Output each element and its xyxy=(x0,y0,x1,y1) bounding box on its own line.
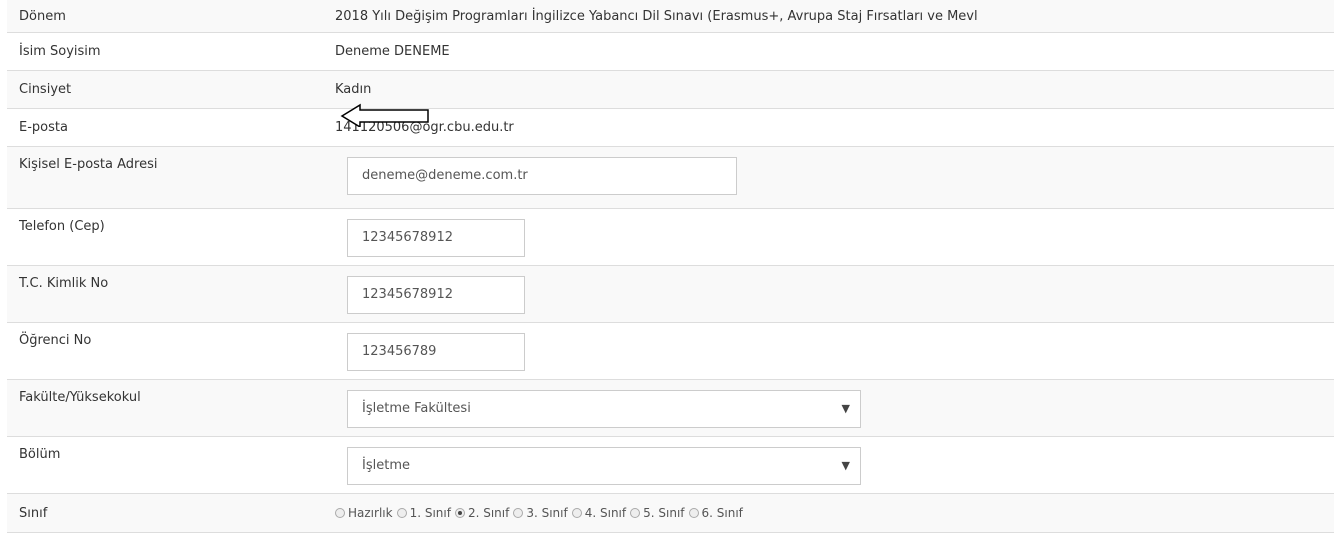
radio-6-sinif[interactable]: 6. Sınıf xyxy=(688,506,743,520)
chevron-down-icon: ▼ xyxy=(841,459,850,472)
value-cinsiyet: Kadın xyxy=(335,82,372,97)
value-eposta: 141120506@ogr.cbu.edu.tr xyxy=(335,120,514,135)
radio-icon xyxy=(513,508,524,518)
row-sinif: Sınıf Hazırlık 1. Sınıf 2. Sınıf 3. Sını… xyxy=(7,494,1334,533)
radio-icon xyxy=(688,508,699,518)
label-isim: İsim Soyisim xyxy=(19,44,101,59)
student-number-input[interactable]: 123456789 xyxy=(347,333,525,371)
department-select[interactable]: İşletme ▼ xyxy=(347,447,861,485)
row-cinsiyet: Cinsiyet Kadın xyxy=(7,71,1334,109)
radio-hazirlik[interactable]: Hazırlık xyxy=(335,506,393,520)
row-isim: İsim Soyisim Deneme DENEME xyxy=(7,33,1334,71)
application-form: Dönem 2018 Yılı Değişim Programları İngi… xyxy=(7,0,1334,533)
radio-icon xyxy=(396,508,407,518)
radio-icon xyxy=(335,508,345,518)
label-kisisel-eposta: Kişisel E-posta Adresi xyxy=(19,157,158,172)
row-bolum: Bölüm İşletme ▼ xyxy=(7,437,1334,494)
label-cinsiyet: Cinsiyet xyxy=(19,82,72,97)
label-fakulte: Fakülte/Yüksekokul xyxy=(19,390,141,405)
value-donem: 2018 Yılı Değişim Programları İngilizce … xyxy=(335,8,978,24)
chevron-down-icon: ▼ xyxy=(841,402,850,415)
personal-email-input[interactable]: deneme@deneme.com.tr xyxy=(347,157,737,195)
faculty-select[interactable]: İşletme Fakültesi ▼ xyxy=(347,390,861,428)
row-telefon: Telefon (Cep) 12345678912 xyxy=(7,209,1334,266)
class-radio-group: Hazırlık 1. Sınıf 2. Sınıf 3. Sınıf 4. S… xyxy=(335,506,747,520)
phone-input[interactable]: 12345678912 xyxy=(347,219,525,257)
radio-4-sinif[interactable]: 4. Sınıf xyxy=(571,506,626,520)
row-tc: T.C. Kimlik No 12345678912 xyxy=(7,266,1334,323)
tc-kimlik-input[interactable]: 12345678912 xyxy=(347,276,525,314)
radio-icon xyxy=(630,508,641,518)
row-ogrenci-no: Öğrenci No 123456789 xyxy=(7,323,1334,380)
label-sinif: Sınıf xyxy=(19,505,48,521)
row-fakulte: Fakülte/Yüksekokul İşletme Fakültesi ▼ xyxy=(7,380,1334,437)
radio-icon xyxy=(571,508,582,518)
department-select-value: İşletme xyxy=(362,458,410,473)
row-eposta: E-posta 141120506@ogr.cbu.edu.tr xyxy=(7,109,1334,147)
radio-5-sinif[interactable]: 5. Sınıf xyxy=(630,506,685,520)
label-eposta: E-posta xyxy=(19,120,68,135)
radio-1-sinif[interactable]: 1. Sınıf xyxy=(396,506,451,520)
label-tc: T.C. Kimlik No xyxy=(19,276,109,291)
radio-checked-icon xyxy=(454,508,465,518)
faculty-select-value: İşletme Fakültesi xyxy=(362,401,471,416)
row-kisisel-eposta: Kişisel E-posta Adresi deneme@deneme.com… xyxy=(7,147,1334,209)
left-arrow-icon xyxy=(340,103,429,127)
label-ogrenci-no: Öğrenci No xyxy=(19,333,92,348)
radio-2-sinif[interactable]: 2. Sınıf xyxy=(454,506,509,520)
row-donem: Dönem 2018 Yılı Değişim Programları İngi… xyxy=(7,0,1334,33)
radio-3-sinif[interactable]: 3. Sınıf xyxy=(513,506,568,520)
label-bolum: Bölüm xyxy=(19,447,61,462)
label-donem: Dönem xyxy=(19,8,66,24)
label-telefon: Telefon (Cep) xyxy=(19,219,105,234)
value-isim: Deneme DENEME xyxy=(335,44,450,59)
